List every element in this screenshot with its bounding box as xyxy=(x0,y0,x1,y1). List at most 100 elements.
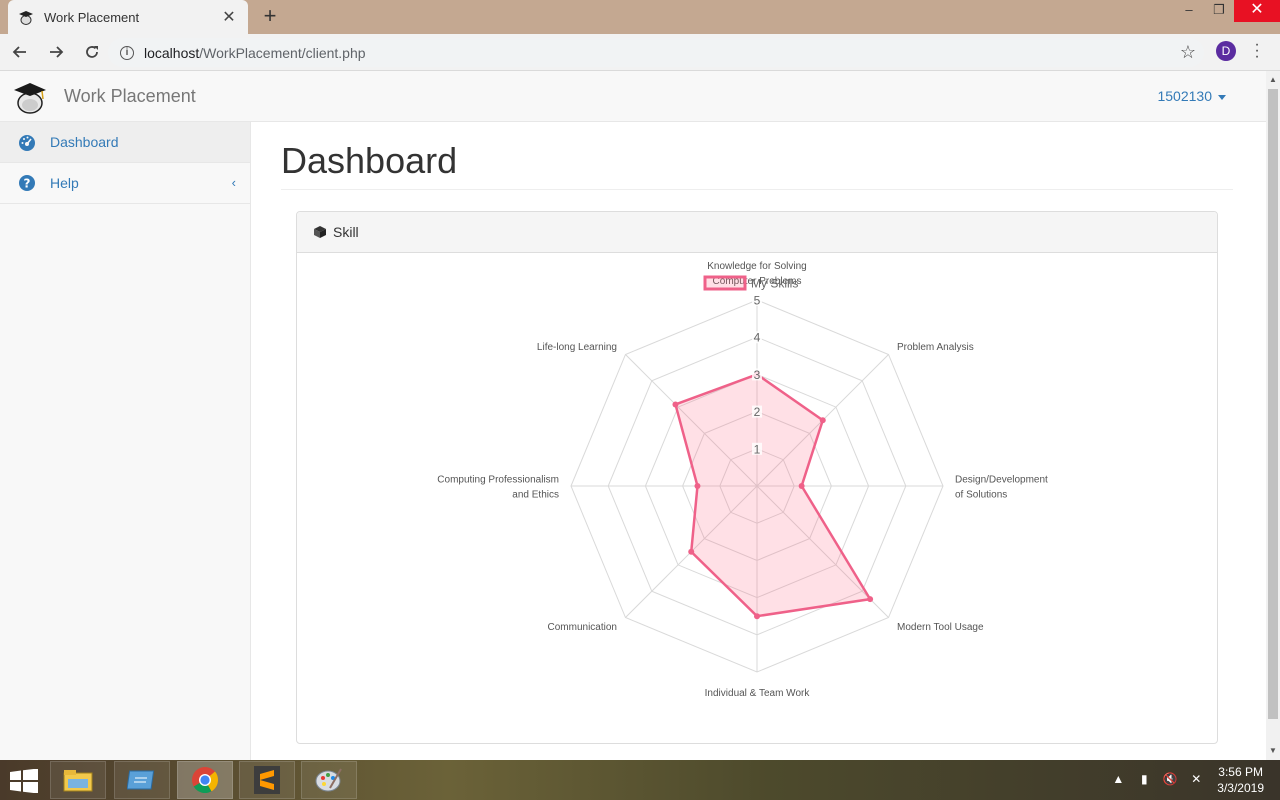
window-controls: – ❐ ✕ xyxy=(1174,0,1280,22)
chevron-left-icon[interactable]: ‹ xyxy=(232,175,236,190)
dashboard-icon xyxy=(19,135,35,151)
address-bar[interactable]: i localhost/WorkPlacement/client.php ☆ xyxy=(108,38,1204,67)
taskbar-sublime-text[interactable] xyxy=(239,761,295,799)
data-point xyxy=(867,596,874,603)
axis-label-line: Knowledge for Solving xyxy=(707,261,807,272)
skill-panel: Skill 1 2 3 4 5 Knowledge for Solving Computer… xyxy=(296,211,1218,744)
scrollbar-thumb[interactable] xyxy=(1268,89,1278,719)
scroll-down-icon[interactable]: ▼ xyxy=(1266,744,1280,758)
web-page: Work Placement 1502130 Dashboard ? Help … xyxy=(0,71,1266,760)
tab-title: Work Placement xyxy=(44,9,140,25)
restore-icon[interactable]: ❐ xyxy=(1204,0,1234,22)
axis-label: Design/Development of Solutions xyxy=(955,475,1048,501)
taskbar-app[interactable] xyxy=(114,761,170,799)
clock[interactable]: 3:56 PM 3/3/2019 xyxy=(1217,764,1264,796)
taskbar-paint[interactable] xyxy=(301,761,357,799)
series-area xyxy=(673,373,873,618)
legend-label[interactable]: My Skills xyxy=(751,277,798,291)
main-content: Dashboard Skill 1 2 3 4 5 Knowledge for Solvi… xyxy=(281,122,1233,760)
tick-label: 3 xyxy=(754,368,761,382)
tick-label: 5 xyxy=(754,294,761,308)
legend-swatch xyxy=(703,275,747,291)
tick-label: 1 xyxy=(754,442,761,456)
page-header: Dashboard xyxy=(281,122,1233,190)
top-navbar: Work Placement 1502130 xyxy=(0,71,1266,122)
network-disconnected-icon[interactable]: ✕ xyxy=(1187,772,1205,788)
profile-avatar[interactable]: D xyxy=(1216,41,1236,61)
reload-icon xyxy=(86,46,98,58)
taskbar-file-explorer[interactable] xyxy=(50,761,106,799)
axis-label: Individual & Team Work xyxy=(705,688,811,699)
svg-text:?: ? xyxy=(24,177,31,191)
tab-close-icon[interactable]: ✕ xyxy=(220,7,238,27)
axis-label-line: Life-long Learning xyxy=(537,342,617,353)
graduation-cap-logo-icon[interactable] xyxy=(12,79,48,115)
reload-button[interactable] xyxy=(76,36,108,68)
url-path: /WorkPlacement/client.php xyxy=(199,44,366,61)
taskbar-chrome[interactable] xyxy=(177,761,233,799)
chevron-up-icon[interactable]: ▲ xyxy=(1109,772,1127,788)
scroll-up-icon[interactable]: ▲ xyxy=(1266,73,1280,87)
url-text: localhost/WorkPlacement/client.php xyxy=(144,45,366,61)
axis-label-line: Communication xyxy=(548,622,617,633)
paint-palette-icon xyxy=(315,768,342,792)
graduation-cap-favicon-icon xyxy=(19,11,33,25)
browser-toolbar: i localhost/WorkPlacement/client.php ☆ xyxy=(0,34,1280,71)
window-close-icon[interactable]: ✕ xyxy=(1234,0,1280,22)
axis-label: Communication xyxy=(548,622,617,633)
sidebar-item-help[interactable]: ? Help ‹ xyxy=(0,163,250,204)
axis-label-line: Design/Development xyxy=(955,475,1048,486)
browser-menu-icon[interactable]: · · · xyxy=(1250,37,1264,65)
data-point xyxy=(798,483,805,489)
axis-label: Problem Analysis xyxy=(897,342,974,353)
skill-radar-chart: 12345Knowledge for Solving Computer Probl… xyxy=(437,261,1048,699)
axis-label-line: and Ethics xyxy=(512,490,559,501)
forward-button[interactable] xyxy=(40,36,72,68)
sidebar: Dashboard ? Help ‹ xyxy=(0,122,251,760)
page-scrollbar[interactable]: ▲ ▼ xyxy=(1266,71,1280,760)
cube-icon xyxy=(314,226,326,238)
axis-label-line: Computing Professionalism xyxy=(437,475,559,486)
data-point xyxy=(672,401,679,408)
sidebar-item-label: Help xyxy=(50,175,79,191)
page-title: Dashboard xyxy=(281,140,458,181)
user-id: 1502130 xyxy=(1157,88,1212,104)
arrow-left-icon xyxy=(12,46,26,58)
info-icon[interactable]: i xyxy=(120,45,134,60)
axis-label: Life-long Learning xyxy=(537,342,617,353)
windows-taskbar: ▲ ▮ 🔇 ✕ 3:56 PM 3/3/2019 xyxy=(0,760,1280,800)
axis-label: Modern Tool Usage xyxy=(897,622,984,633)
battery-icon[interactable]: ▮ xyxy=(1135,772,1153,788)
data-point xyxy=(754,613,760,620)
chrome-icon xyxy=(192,767,219,794)
volume-muted-icon[interactable]: 🔇 xyxy=(1161,772,1179,788)
window-app-icon xyxy=(127,770,155,790)
sidebar-item-label: Dashboard xyxy=(50,134,119,150)
panel-title: Skill xyxy=(333,224,359,240)
arrow-right-icon xyxy=(50,46,64,58)
user-dropdown[interactable]: 1502130 xyxy=(1157,88,1226,104)
minimize-icon[interactable]: – xyxy=(1174,0,1204,22)
axis-label-line: Problem Analysis xyxy=(897,342,974,353)
panel-heading: Skill xyxy=(297,212,1217,253)
clock-date: 3/3/2019 xyxy=(1217,781,1264,795)
axis-label: Computing Professionalism and Ethics xyxy=(437,475,559,501)
data-point xyxy=(819,417,826,424)
caret-down-icon xyxy=(1218,94,1226,100)
clock-time: 3:56 PM xyxy=(1218,765,1263,779)
brand-title[interactable]: Work Placement xyxy=(64,86,196,107)
tick-label: 4 xyxy=(754,331,761,345)
url-host: localhost xyxy=(144,44,200,61)
new-tab-button[interactable]: + xyxy=(258,4,282,28)
axis-label-line: Individual & Team Work xyxy=(705,688,811,699)
tick-label: 2 xyxy=(754,405,761,419)
back-button[interactable] xyxy=(4,36,36,68)
bookmark-star-icon[interactable]: ☆ xyxy=(1180,42,1196,63)
sidebar-item-dashboard[interactable]: Dashboard xyxy=(0,122,250,163)
windows-start-icon[interactable] xyxy=(10,769,38,793)
browser-tab[interactable]: Work Placement ✕ xyxy=(8,0,248,34)
axis-label-line: of Solutions xyxy=(955,490,1007,501)
data-point xyxy=(694,483,701,489)
data-point xyxy=(688,548,695,555)
system-tray: ▲ ▮ 🔇 ✕ 3:56 PM 3/3/2019 xyxy=(1105,760,1280,800)
